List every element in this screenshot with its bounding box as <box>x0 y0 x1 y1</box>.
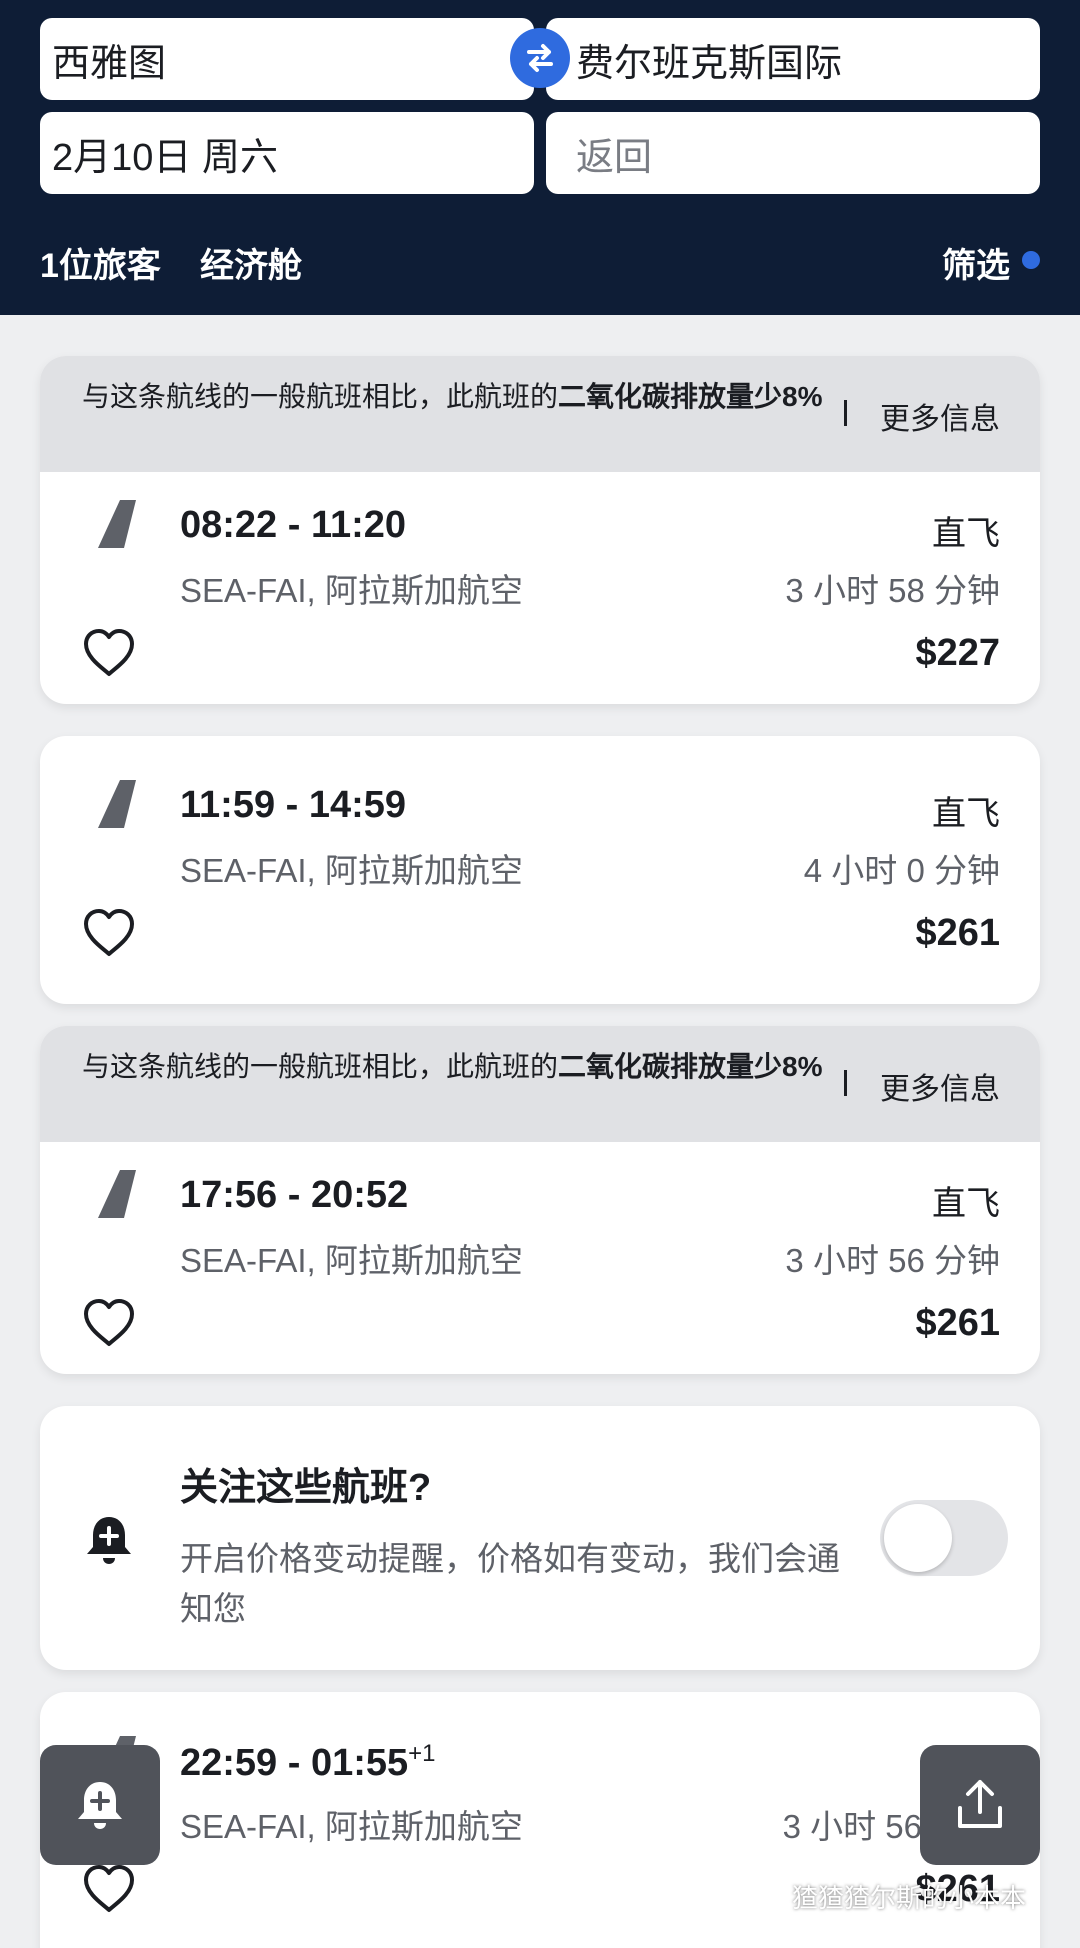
watermark: 猹猹猹尔斯的小本本 <box>752 1878 1026 1915</box>
airline-tail-icon <box>98 1170 136 1218</box>
toggle-knob <box>884 1504 952 1572</box>
favorite-heart-icon[interactable] <box>82 628 136 678</box>
filter-active-indicator <box>1022 251 1040 269</box>
flight-time: 08:22 - 11:20 <box>180 504 407 546</box>
flight-duration: 3 小时 56 <box>782 1808 922 1845</box>
price-alert-toggle[interactable] <box>880 1500 1008 1576</box>
flight-duration: 4 小时 0 分钟 <box>803 852 1000 889</box>
flight-price: $261 <box>915 1302 1000 1344</box>
divider <box>844 400 847 426</box>
flight-price: $227 <box>915 632 1000 674</box>
flight-route: SEA-FAI, 阿拉斯加航空 <box>180 572 523 609</box>
swap-cities-button[interactable] <box>510 28 570 88</box>
flight-stops: 直飞 <box>932 795 1000 833</box>
flight-duration: 3 小时 58 分钟 <box>785 572 1000 609</box>
more-info-link[interactable]: 更多信息 <box>880 1064 1000 1108</box>
origin-field[interactable]: 西雅图 <box>40 18 534 100</box>
favorite-heart-icon[interactable] <box>82 908 136 958</box>
flight-stops: 直飞 <box>932 515 1000 553</box>
flight-time: 11:59 - 14:59 <box>180 784 407 826</box>
flight-card[interactable]: 11:59 - 14:59 SEA-FAI, 阿拉斯加航空 直飞 4 小时 0 … <box>40 736 1040 1004</box>
airline-tail-icon <box>98 500 136 548</box>
eco-banner: 与这条航线的一般航班相比，此航班的二氧化碳排放量少8% 更多信息 <box>40 356 1040 472</box>
flight-duration: 3 小时 56 分钟 <box>785 1242 1000 1279</box>
filter-button[interactable]: 筛选 <box>942 238 1010 287</box>
divider <box>844 1070 847 1096</box>
eco-banner: 与这条航线的一般航班相比，此航班的二氧化碳排放量少8% 更多信息 <box>40 1026 1040 1142</box>
search-header: 西雅图 费尔班克斯国际 2月10日 周六 返回 1位旅客 经济舱 筛选 <box>0 0 1080 315</box>
flight-stops: 直飞 <box>932 1185 1000 1223</box>
bell-plus-icon <box>87 1517 131 1564</box>
share-icon <box>958 1780 1002 1828</box>
share-button[interactable] <box>920 1745 1040 1865</box>
flight-card[interactable]: 与这条航线的一般航班相比，此航班的二氧化碳排放量少8% 更多信息 17:56 -… <box>40 1026 1040 1374</box>
destination-field[interactable]: 费尔班克斯国际 <box>546 18 1040 100</box>
airline-tail-icon <box>98 780 136 828</box>
eco-banner-text: 与这条航线的一般航班相比，此航班的二氧化碳排放量少8% <box>82 1051 823 1082</box>
cabin-selector[interactable]: 经济舱 <box>200 238 302 287</box>
swap-icon <box>527 44 553 72</box>
favorite-heart-icon[interactable] <box>82 1298 136 1348</box>
flight-time: 22:59 - 01:55+1 <box>180 1740 436 1784</box>
flight-price: $261 <box>915 912 1000 954</box>
flight-time: 17:56 - 20:52 <box>180 1174 409 1216</box>
bell-plus-icon <box>78 1782 122 1829</box>
eco-banner-text: 与这条航线的一般航班相比，此航班的二氧化碳排放量少8% <box>82 381 823 412</box>
price-alert-description: 开启价格变动提醒，价格如有变动，我们会通知您 <box>180 1540 840 1627</box>
flight-route: SEA-FAI, 阿拉斯加航空 <box>180 852 523 889</box>
more-info-link[interactable]: 更多信息 <box>880 394 1000 438</box>
flight-route: SEA-FAI, 阿拉斯加航空 <box>180 1808 523 1845</box>
price-alert-fab[interactable] <box>40 1745 160 1865</box>
wechat-icon <box>752 1880 784 1913</box>
depart-date-field[interactable]: 2月10日 周六 <box>40 112 534 194</box>
return-date-field[interactable]: 返回 <box>546 112 1040 194</box>
favorite-heart-icon[interactable] <box>82 1864 136 1914</box>
price-alert-card: 关注这些航班? 开启价格变动提醒，价格如有变动，我们会通知您 <box>40 1406 1040 1670</box>
flight-route: SEA-FAI, 阿拉斯加航空 <box>180 1242 523 1279</box>
price-alert-title: 关注这些航班? <box>180 1467 432 1509</box>
flight-card[interactable]: 与这条航线的一般航班相比，此航班的二氧化碳排放量少8% 更多信息 08:22 -… <box>40 356 1040 704</box>
next-day-indicator: +1 <box>408 1740 436 1767</box>
passengers-selector[interactable]: 1位旅客 <box>40 238 161 287</box>
